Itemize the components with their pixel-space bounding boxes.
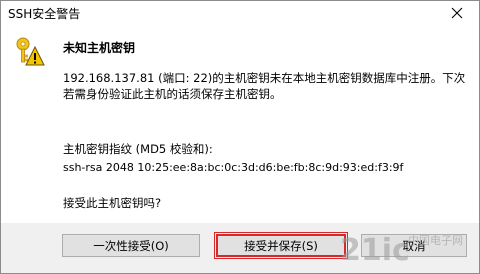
dialog-heading: 未知主机密钥 [63, 41, 136, 55]
title-bar[interactable]: SSH安全警告 [1, 1, 479, 25]
ssh-warning-dialog: SSH安全警告 未知主机密钥 192.168.137.81 (端口: 22)的主… [0, 0, 480, 274]
accept-and-save-button[interactable]: 接受并保存(S) [214, 232, 348, 259]
close-icon [451, 7, 463, 19]
key-warning-icon [16, 37, 45, 66]
dialog-content: 未知主机密钥 192.168.137.81 (端口: 22)的主机密钥未在本地主… [1, 25, 479, 223]
accept-once-button[interactable]: 一次性接受(O) [62, 234, 200, 257]
dialog-message: 192.168.137.81 (端口: 22)的主机密钥未在本地主机密钥数据库中… [63, 71, 466, 101]
fingerprint-label: 主机密钥指纹 (MD5 校验和): [63, 142, 213, 156]
accept-question: 接受此主机密钥吗? [63, 196, 162, 210]
cancel-button[interactable]: 取消 [361, 234, 467, 257]
window-title: SSH安全警告 [8, 7, 81, 21]
fingerprint-value: ssh-rsa 2048 10:25:ee:8a:bc:0c:3d:d6:be:… [63, 161, 404, 174]
button-bar: 一次性接受(O) 接受并保存(S) 取消 [1, 223, 479, 273]
close-button[interactable] [435, 1, 479, 25]
